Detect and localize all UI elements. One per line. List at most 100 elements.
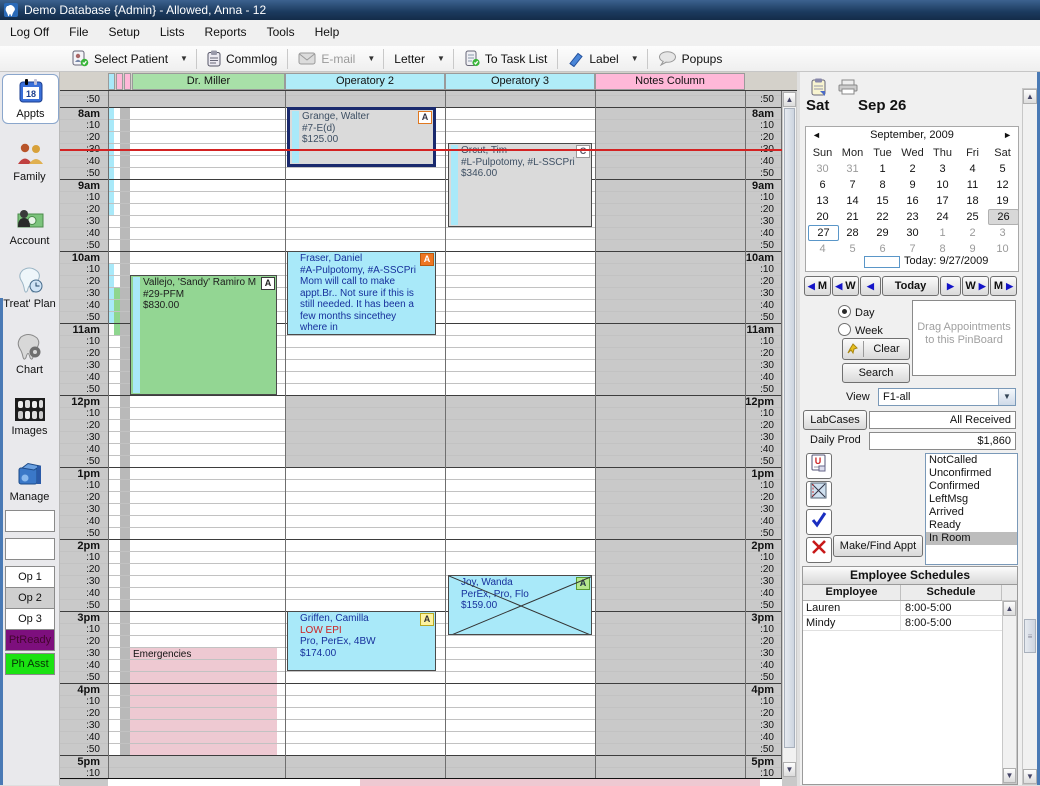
to-task-list-button[interactable]: To Task List bbox=[457, 48, 554, 70]
calendar-day[interactable]: 3 bbox=[928, 161, 957, 177]
forward-month-button[interactable]: M ▶ bbox=[990, 276, 1017, 296]
calendar-day[interactable]: 10 bbox=[988, 241, 1017, 257]
sidebar-item-manage[interactable]: Manage bbox=[2, 458, 57, 506]
select-patient-button[interactable]: Select Patient bbox=[64, 48, 175, 70]
calendar-day[interactable]: 23 bbox=[898, 209, 927, 225]
calendar-day[interactable]: 17 bbox=[928, 193, 957, 209]
label-button[interactable]: Label bbox=[561, 48, 625, 70]
calendar-next-icon[interactable]: ► bbox=[1003, 130, 1012, 140]
calendar-day[interactable]: 24 bbox=[928, 209, 957, 225]
calendar-day[interactable]: 21 bbox=[838, 209, 867, 225]
sidebar-item-family[interactable]: Family bbox=[2, 138, 57, 186]
employee-list-scrollbar[interactable]: ▲ ▼ bbox=[1002, 600, 1017, 784]
calendar-day[interactable]: 29 bbox=[868, 225, 897, 241]
sidebar-view-op-3[interactable]: Op 3 bbox=[5, 608, 55, 630]
dropdown-arrow-icon[interactable]: ▼ bbox=[432, 48, 450, 70]
search-button[interactable]: Search bbox=[842, 363, 910, 383]
schedule-scrollbar[interactable]: ▲▼ bbox=[782, 91, 797, 778]
menu-item-setup[interactable]: Setup bbox=[98, 20, 149, 45]
confirm-button[interactable] bbox=[806, 509, 832, 535]
calendar-day[interactable]: 9 bbox=[898, 177, 927, 193]
back-month-button[interactable]: ◀ M bbox=[804, 276, 831, 296]
calendar-day[interactable]: 15 bbox=[868, 193, 897, 209]
status-item-arrived[interactable]: Arrived bbox=[926, 506, 1017, 519]
calendar-day[interactable]: 20 bbox=[808, 209, 837, 225]
today-button[interactable]: Today bbox=[882, 276, 939, 296]
calendar-day[interactable]: 31 bbox=[838, 161, 867, 177]
dropdown-arrow-icon[interactable]: ▼ bbox=[626, 48, 644, 70]
appt-grange[interactable]: Grange, Walter#7-E(d)$125.00A bbox=[287, 107, 436, 167]
commlog-button[interactable]: Commlog bbox=[200, 48, 284, 70]
calendar-day[interactable]: 2 bbox=[958, 225, 987, 241]
column-header-operatory-2[interactable]: Operatory 2 bbox=[285, 73, 445, 90]
calendar-day[interactable]: 18 bbox=[958, 193, 987, 209]
back-day-button[interactable]: ◀ bbox=[860, 276, 881, 296]
status-item-unconfirmed[interactable]: Unconfirmed bbox=[926, 467, 1017, 480]
scroll-up-icon[interactable]: ▲ bbox=[783, 92, 796, 107]
appt-joy[interactable]: Joy, WandaPerEx, Pro, Flo$159.00A bbox=[448, 575, 592, 635]
scroll-down-icon[interactable]: ▼ bbox=[1023, 769, 1037, 784]
make-find-appt-button[interactable]: Make/Find Appt bbox=[833, 535, 923, 557]
calendar-day[interactable]: 22 bbox=[868, 209, 897, 225]
scroll-up-icon[interactable]: ▲ bbox=[1023, 89, 1037, 104]
employee-row[interactable]: Lauren8:00-5:00 bbox=[803, 601, 1017, 616]
calendar-day[interactable]: 25 bbox=[958, 209, 987, 225]
popups-button[interactable]: Popups bbox=[651, 48, 730, 70]
column-header-operatory-3[interactable]: Operatory 3 bbox=[445, 73, 595, 90]
calendar-day[interactable]: 13 bbox=[808, 193, 837, 209]
week-radio[interactable]: Week bbox=[838, 323, 883, 337]
calendar-day[interactable]: 30 bbox=[808, 161, 837, 177]
forward-day-button[interactable]: ▶ bbox=[940, 276, 961, 296]
sidebar-view-ph-asst[interactable]: Ph Asst bbox=[5, 653, 55, 675]
menu-item-reports[interactable]: Reports bbox=[195, 20, 257, 45]
column-header-dr-miller[interactable]: Dr. Miller bbox=[132, 73, 285, 90]
menu-item-log-off[interactable]: Log Off bbox=[0, 20, 59, 45]
menu-item-help[interactable]: Help bbox=[305, 20, 350, 45]
calendar-day[interactable]: 10 bbox=[928, 177, 957, 193]
view-dropdown[interactable]: F1-all ▼ bbox=[878, 388, 1016, 406]
calendar-day-selected[interactable]: 26 bbox=[988, 209, 1019, 225]
calendar-day[interactable]: 4 bbox=[958, 161, 987, 177]
calendar-day[interactable]: 1 bbox=[868, 161, 897, 177]
clear-pinboard-button[interactable]: Clear bbox=[842, 338, 910, 360]
letter-button[interactable]: Letter bbox=[387, 48, 432, 70]
status-item-leftmsg[interactable]: LeftMsg bbox=[926, 493, 1017, 506]
employee-row[interactable]: Mindy8:00-5:00 bbox=[803, 616, 1017, 631]
menu-item-tools[interactable]: Tools bbox=[257, 20, 305, 45]
appt-fraser[interactable]: Fraser, Daniel#A-Pulpotomy, #A-SSCPriMom… bbox=[287, 251, 436, 335]
calendar-day[interactable]: 28 bbox=[838, 225, 867, 241]
panel-scrollbar[interactable]: ▲ ≡ ▼ bbox=[1022, 88, 1038, 785]
appt-vallejo[interactable]: Vallejo, 'Sandy' Ramiro M#29-PFM$830.00A bbox=[130, 275, 277, 395]
calendar-day[interactable]: 16 bbox=[898, 193, 927, 209]
scroll-down-icon[interactable]: ▼ bbox=[1003, 768, 1016, 783]
dropdown-arrow-icon[interactable]: ▼ bbox=[362, 48, 380, 70]
e-mail-button[interactable]: E-mail bbox=[291, 48, 362, 70]
schedule-grid[interactable]: Emergencies:508am:10:20:30:40:509am:10:2… bbox=[60, 90, 797, 786]
menu-item-lists[interactable]: Lists bbox=[150, 20, 195, 45]
sidebar-view-ptready[interactable]: PtReady bbox=[5, 629, 55, 651]
status-item-in-room[interactable]: In Room bbox=[926, 532, 1017, 545]
unscheduled-list-button[interactable]: U bbox=[806, 453, 832, 479]
calendar-day[interactable]: 3 bbox=[988, 225, 1017, 241]
scrollbar-thumb[interactable]: ≡ bbox=[1024, 619, 1036, 653]
calendar-day[interactable]: 4 bbox=[808, 241, 837, 257]
sidebar-view-op-2[interactable]: Op 2 bbox=[5, 587, 55, 609]
scrollbar-thumb[interactable] bbox=[784, 108, 795, 748]
status-item-ready[interactable]: Ready bbox=[926, 519, 1017, 532]
calendar-day[interactable]: 2 bbox=[898, 161, 927, 177]
sidebar-item-chart[interactable]: Chart bbox=[2, 330, 57, 379]
sidebar-item-images[interactable]: Images bbox=[2, 394, 57, 440]
calendar-day[interactable]: 6 bbox=[868, 241, 897, 257]
scroll-down-icon[interactable]: ▼ bbox=[783, 762, 796, 777]
forward-week-button[interactable]: W ▶ bbox=[962, 276, 989, 296]
calendar-day[interactable]: 5 bbox=[988, 161, 1017, 177]
calendar-day[interactable]: 8 bbox=[868, 177, 897, 193]
back-week-button[interactable]: ◀ W bbox=[832, 276, 859, 296]
calendar-day[interactable]: 14 bbox=[838, 193, 867, 209]
pinboard[interactable]: Drag Appointments to this PinBoard bbox=[912, 300, 1016, 376]
calendar-day[interactable]: 1 bbox=[928, 225, 957, 241]
calendar-day[interactable]: 12 bbox=[988, 177, 1017, 193]
status-item-confirmed[interactable]: Confirmed bbox=[926, 480, 1017, 493]
break-appointment-button[interactable] bbox=[806, 481, 832, 507]
sidebar-item-account[interactable]: Account bbox=[2, 202, 57, 250]
